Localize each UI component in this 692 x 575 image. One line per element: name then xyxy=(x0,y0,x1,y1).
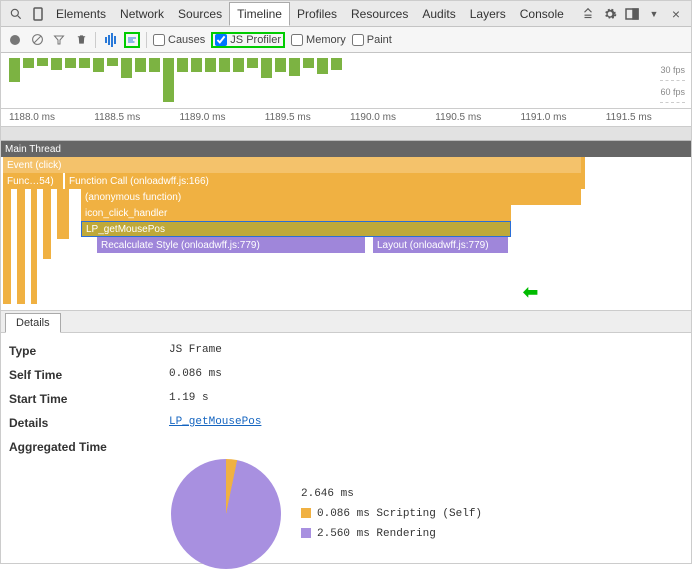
details-function-link[interactable]: LP_getMousePos xyxy=(169,416,261,428)
frame-view-icon[interactable] xyxy=(102,32,118,48)
pie-chart xyxy=(171,459,281,569)
tab-layers[interactable]: Layers xyxy=(463,3,513,25)
panel-tabs: Elements Network Sources Timeline Profil… xyxy=(49,2,577,25)
dock-chevron-icon[interactable]: ▼ xyxy=(645,5,663,23)
overview-bar xyxy=(93,58,104,72)
overview-bar xyxy=(135,58,146,72)
time-tick: 1190.5 ms xyxy=(435,112,520,123)
flame-main-thread[interactable]: Main Thread xyxy=(1,141,691,157)
overview-scrollbar[interactable] xyxy=(1,127,691,141)
details-panel: TypeJS Frame Self Time0.086 ms Start Tim… xyxy=(1,333,691,575)
tab-console[interactable]: Console xyxy=(513,3,571,25)
time-tick: 1190.0 ms xyxy=(350,112,435,123)
overview-bar xyxy=(191,58,202,72)
details-tab-strip: Details xyxy=(1,311,691,333)
legend-scripting: 0.086 ms Scripting (Self) xyxy=(301,504,482,524)
jsprofiler-label: JS Profiler xyxy=(230,34,281,46)
flame-function-call[interactable]: Function Call (onloadwff.js:166) xyxy=(65,173,585,189)
fps-labels: 30 fps 60 fps xyxy=(660,59,685,103)
pie-legend: 2.646 ms 0.086 ms Scripting (Self) 2.560… xyxy=(301,484,482,544)
paint-checkbox[interactable]: Paint xyxy=(352,34,392,46)
overview-bar xyxy=(261,58,272,78)
time-tick: 1191.0 ms xyxy=(521,112,606,123)
overview-strip[interactable]: 30 fps 60 fps xyxy=(1,53,691,109)
aggregated-time-chart: 2.646 ms 0.086 ms Scripting (Self) 2.560… xyxy=(1,459,691,569)
details-row-type: TypeJS Frame xyxy=(1,339,691,363)
flame-icon-click-handler[interactable]: icon_click_handler xyxy=(81,205,511,221)
overview-bar xyxy=(37,58,48,66)
overview-bar xyxy=(107,58,118,66)
fps-30-label: 30 fps xyxy=(660,59,685,81)
overview-bar xyxy=(177,58,188,72)
overview-bar xyxy=(65,58,76,68)
details-row-selftime: Self Time0.086 ms xyxy=(1,363,691,387)
fps-60-label: 60 fps xyxy=(660,81,685,103)
overview-bar xyxy=(9,58,20,82)
overview-bar xyxy=(149,58,160,72)
overview-bar xyxy=(163,58,174,102)
garbage-collect-icon[interactable] xyxy=(73,32,89,48)
overview-bar xyxy=(303,58,314,68)
time-tick: 1191.5 ms xyxy=(606,112,691,123)
jsprofiler-checkbox[interactable]: JS Profiler xyxy=(211,32,285,48)
time-tick: 1188.0 ms xyxy=(9,112,94,123)
dock-side-icon[interactable] xyxy=(623,5,641,23)
time-tick: 1188.5 ms xyxy=(94,112,179,123)
memory-checkbox[interactable]: Memory xyxy=(291,34,346,46)
devtools-top-toolbar: Elements Network Sources Timeline Profil… xyxy=(1,1,691,27)
close-icon[interactable]: × xyxy=(667,5,685,23)
flame-lp-getmousepos[interactable]: LP_getMousePos xyxy=(81,221,511,237)
tab-profiles[interactable]: Profiles xyxy=(290,3,344,25)
details-tab[interactable]: Details xyxy=(5,313,61,333)
paint-label: Paint xyxy=(367,34,392,46)
flame-side-stripes xyxy=(3,189,79,309)
overview-bar xyxy=(331,58,342,70)
tab-audits[interactable]: Audits xyxy=(415,3,462,25)
annotation-arrow-icon: ⬅ xyxy=(523,282,538,303)
causes-checkbox[interactable]: Causes xyxy=(153,34,205,46)
overview-bar xyxy=(317,58,328,74)
time-tick: 1189.5 ms xyxy=(265,112,350,123)
drawer-toggle-icon[interactable] xyxy=(579,5,597,23)
tab-network[interactable]: Network xyxy=(113,3,171,25)
tab-timeline[interactable]: Timeline xyxy=(229,2,290,26)
overview-bar xyxy=(247,58,258,68)
time-axis: 1188.0 ms 1188.5 ms 1189.0 ms 1189.5 ms … xyxy=(1,109,691,127)
details-row-starttime: Start Time1.19 s xyxy=(1,387,691,411)
flame-layout[interactable]: Layout (onloadwff.js:779) xyxy=(373,237,508,253)
filter-icon[interactable] xyxy=(51,32,67,48)
tab-elements[interactable]: Elements xyxy=(49,3,113,25)
overview-bar xyxy=(275,58,286,72)
overview-bar xyxy=(289,58,300,76)
memory-label: Memory xyxy=(306,34,346,46)
settings-gear-icon[interactable] xyxy=(601,5,619,23)
tab-sources[interactable]: Sources xyxy=(171,3,229,25)
overview-bar xyxy=(79,58,90,68)
device-icon[interactable] xyxy=(29,5,47,23)
time-tick: 1189.0 ms xyxy=(180,112,265,123)
overview-bar xyxy=(233,58,244,72)
causes-label: Causes xyxy=(168,34,205,46)
overview-bar xyxy=(219,58,230,72)
flame-func54[interactable]: Func…54) xyxy=(3,173,63,189)
overview-bar xyxy=(121,58,132,78)
flame-recalculate-style[interactable]: Recalculate Style (onloadwff.js:779) xyxy=(97,237,365,253)
legend-rendering: 2.560 ms Rendering xyxy=(301,524,482,544)
overview-bar xyxy=(205,58,216,72)
flame-event-click[interactable]: Event (click) xyxy=(3,157,585,173)
record-icon[interactable] xyxy=(7,32,23,48)
legend-total: 2.646 ms xyxy=(301,484,482,504)
details-row-details: DetailsLP_getMousePos xyxy=(1,411,691,435)
overview-bar xyxy=(23,58,34,68)
clear-icon[interactable] xyxy=(29,32,45,48)
overview-bar xyxy=(51,58,62,70)
tab-resources[interactable]: Resources xyxy=(344,3,415,25)
search-icon[interactable] xyxy=(7,5,25,23)
details-row-aggregated: Aggregated Time xyxy=(1,435,691,459)
flame-chart-view-icon[interactable] xyxy=(124,32,140,48)
timeline-sub-toolbar: Causes JS Profiler Memory Paint xyxy=(1,27,691,53)
flame-anonymous[interactable]: (anonymous function) xyxy=(81,189,581,205)
toolbar-right: ▼ × xyxy=(577,5,687,23)
flame-chart[interactable]: Main Thread Event (click) Func…54) Funct… xyxy=(1,141,691,311)
